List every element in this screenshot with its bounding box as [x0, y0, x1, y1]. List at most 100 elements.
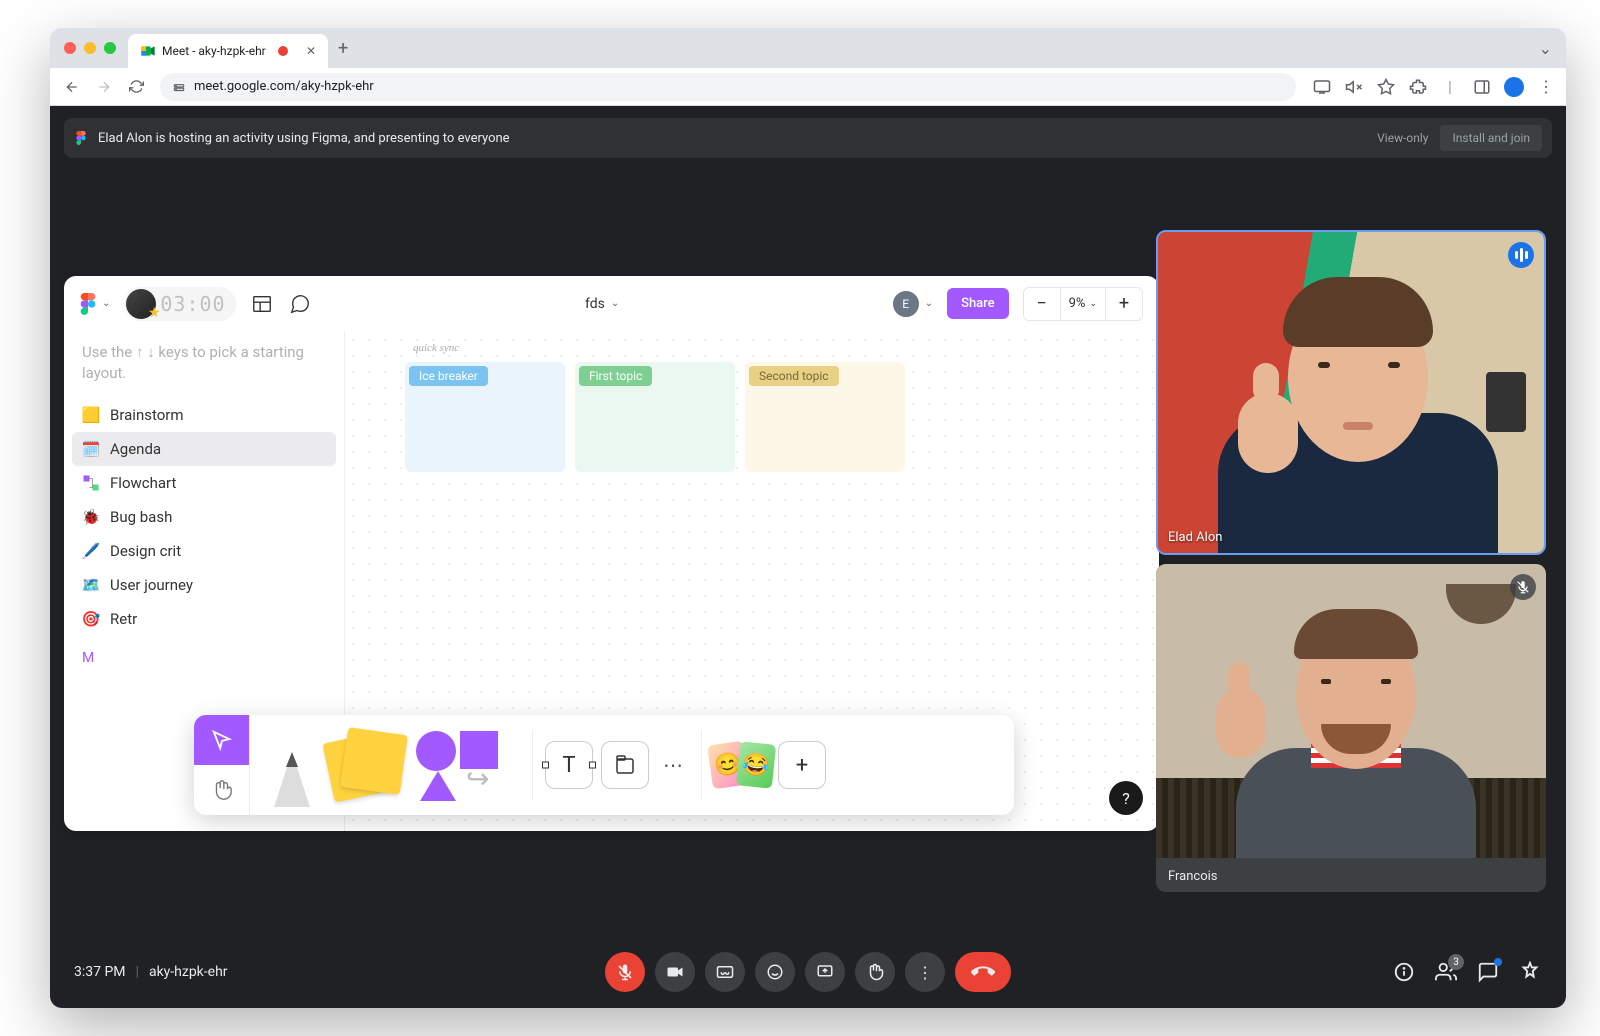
meet-favicon-icon [140, 43, 156, 59]
target-icon: 🎯 [82, 610, 100, 628]
more-tools-icon[interactable]: ⋯ [663, 753, 683, 777]
layout-agenda[interactable]: 🗓️Agenda [72, 432, 336, 466]
text-tool[interactable]: T [545, 741, 593, 789]
figma-logo-icon[interactable] [80, 293, 96, 315]
timer-icon [126, 289, 156, 319]
topic-second[interactable]: Second topic [745, 362, 905, 472]
tab-search-icon[interactable]: ⌄ [1539, 39, 1552, 58]
more-options-button[interactable]: ⋮ [905, 952, 945, 992]
tab-title: Meet - aky-hzpk-ehr [162, 44, 266, 58]
figma-presentation: ⌄ 03:00 fds ⌄ E ⌄ Share − 9%⌄ + [64, 276, 1159, 831]
layout-brainstorm[interactable]: 🟨Brainstorm [72, 398, 336, 432]
minimize-window-icon[interactable] [84, 42, 96, 54]
timer-widget[interactable]: 03:00 [124, 287, 235, 321]
mic-toggle-button[interactable] [605, 952, 645, 992]
layout-userjourney[interactable]: 🗺️User journey [72, 568, 336, 602]
share-button[interactable]: Share [947, 288, 1009, 319]
canvas-heading: quick sync [413, 342, 459, 354]
marker-tool[interactable] [262, 725, 322, 815]
figma-header: ⌄ 03:00 fds ⌄ E ⌄ Share − 9%⌄ + [64, 276, 1159, 332]
flowchart-icon [82, 474, 100, 492]
activity-banner: Elad Alon is hosting an activity using F… [64, 118, 1552, 158]
screen-share-icon[interactable] [1310, 75, 1334, 99]
mute-tab-icon[interactable] [1342, 75, 1366, 99]
agenda-icon: 🗓️ [82, 440, 100, 458]
bug-icon: 🐞 [82, 508, 100, 526]
brainstorm-icon: 🟨 [82, 406, 100, 424]
activities-button[interactable] [1518, 960, 1542, 984]
forward-button[interactable] [90, 73, 118, 101]
map-icon: 🗺️ [82, 576, 100, 594]
reload-button[interactable] [122, 73, 150, 101]
chat-button[interactable] [1476, 960, 1500, 984]
zoom-value[interactable]: 9%⌄ [1060, 288, 1106, 320]
present-button[interactable] [805, 952, 845, 992]
install-join-button[interactable]: Install and join [1440, 125, 1542, 151]
panel-layout-icon[interactable] [250, 292, 274, 316]
layout-flowchart[interactable]: Flowchart [72, 466, 336, 500]
profile-avatar[interactable] [1502, 75, 1526, 99]
url-text: meet.google.com/aky-hzpk-ehr [194, 79, 374, 94]
zoom-controls: − 9%⌄ + [1023, 287, 1143, 321]
close-window-icon[interactable] [64, 42, 76, 54]
comments-icon[interactable] [288, 292, 312, 316]
speaking-indicator-icon [1508, 242, 1534, 268]
people-button[interactable]: 3 [1434, 960, 1458, 984]
help-button[interactable]: ? [1109, 781, 1143, 815]
zoom-out-button[interactable]: − [1024, 288, 1060, 320]
leave-call-button[interactable] [955, 952, 1011, 992]
stamp-tool[interactable]: 😊 😂 [710, 743, 774, 787]
extensions-icon[interactable] [1406, 75, 1430, 99]
section-tool[interactable] [601, 741, 649, 789]
participant-name: Francois [1156, 861, 1546, 892]
layout-designcrit[interactable]: 🖊️Design crit [72, 534, 336, 568]
site-info-icon[interactable] [172, 80, 186, 94]
bookmark-icon[interactable] [1374, 75, 1398, 99]
recording-indicator-icon [278, 46, 288, 56]
raise-hand-button[interactable] [855, 952, 895, 992]
browser-tab[interactable]: Meet - aky-hzpk-ehr ✕ [128, 34, 328, 68]
zoom-in-button[interactable]: + [1106, 288, 1142, 320]
participant-tile-elad[interactable]: Elad Alon [1156, 230, 1546, 555]
figma-menu-caret-icon[interactable]: ⌄ [102, 298, 110, 309]
reactions-button[interactable] [755, 952, 795, 992]
pen-icon: 🖊️ [82, 542, 100, 560]
title-caret-icon[interactable]: ⌄ [611, 298, 619, 309]
participant-name: Elad Alon [1168, 530, 1222, 545]
hand-tool[interactable] [194, 765, 249, 815]
figma-icon [74, 131, 88, 145]
more-layouts-button[interactable]: M [72, 642, 336, 674]
sticky-note-tool[interactable] [322, 725, 412, 805]
back-button[interactable] [58, 73, 86, 101]
participant-tile-francois[interactable]: Francois [1156, 564, 1546, 892]
captions-button[interactable] [705, 952, 745, 992]
presenter-caret-icon[interactable]: ⌄ [925, 298, 933, 309]
chat-notification-dot [1494, 958, 1502, 966]
new-tab-button[interactable]: + [338, 38, 348, 59]
layout-hint: Use the ↑ ↓ keys to pick a starting layo… [72, 342, 336, 384]
chrome-menu-icon[interactable]: ⋮ [1534, 75, 1558, 99]
close-tab-icon[interactable]: ✕ [306, 44, 316, 58]
browser-toolbar: meet.google.com/aky-hzpk-ehr | ⋮ [50, 68, 1566, 106]
meet-main: Elad Alon is hosting an activity using F… [50, 106, 1566, 1008]
camera-toggle-button[interactable] [655, 952, 695, 992]
timer-value: 03:00 [160, 292, 225, 316]
view-only-label: View-only [1377, 131, 1428, 145]
presenter-avatar[interactable]: E [893, 291, 919, 317]
layout-retro[interactable]: 🎯Retr [72, 602, 336, 636]
figma-file-title[interactable]: fds [585, 296, 605, 312]
sidepanel-icon[interactable] [1470, 75, 1494, 99]
meeting-details-button[interactable] [1392, 960, 1416, 984]
select-tool[interactable] [194, 715, 249, 765]
topic-first[interactable]: First topic [575, 362, 735, 472]
layout-bugbash[interactable]: 🐞Bug bash [72, 500, 336, 534]
topic-icebreaker[interactable]: Ice breaker [405, 362, 565, 472]
address-bar[interactable]: meet.google.com/aky-hzpk-ehr [160, 73, 1296, 101]
maximize-window-icon[interactable] [104, 42, 116, 54]
browser-tab-strip: Meet - aky-hzpk-ehr ✕ + ⌄ [50, 28, 1566, 68]
meet-bottom-bar: 3:37 PM | aky-hzpk-ehr ⋮ 3 [50, 936, 1566, 1008]
shape-tool[interactable]: ↪ [412, 725, 512, 805]
add-widget-button[interactable]: + [778, 741, 826, 789]
people-count-badge: 3 [1448, 954, 1464, 970]
banner-text: Elad Alon is hosting an activity using F… [98, 131, 510, 146]
